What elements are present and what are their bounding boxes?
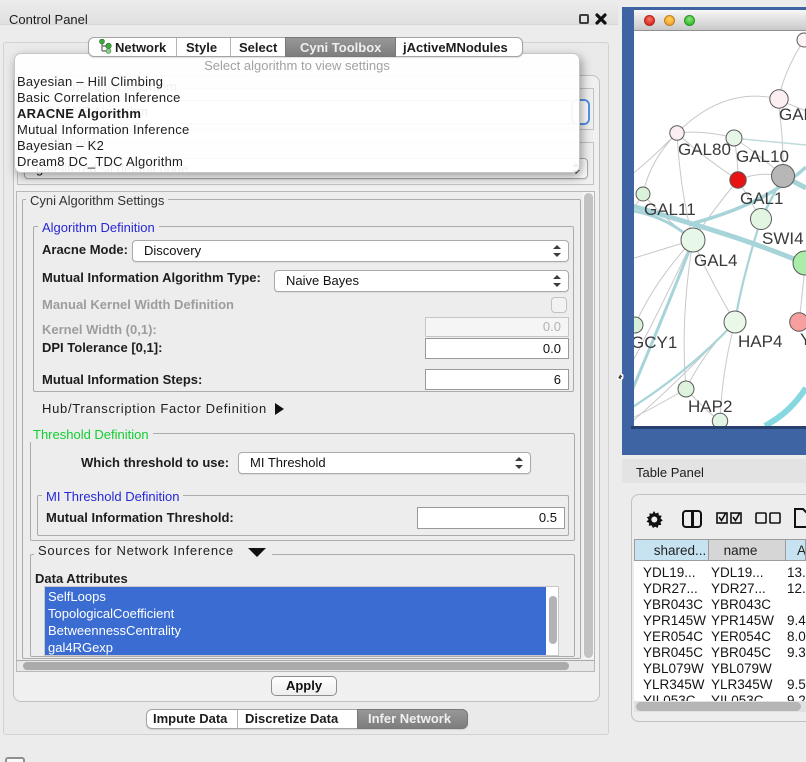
svg-text:GAL1: GAL1: [740, 189, 783, 208]
svg-text:GAL11: GAL11: [644, 200, 696, 219]
svg-text:GAL10: GAL10: [736, 147, 789, 166]
svg-text:Y: Y: [800, 330, 806, 349]
svg-text:HAP4: HAP4: [738, 332, 782, 351]
svg-text:GCY1: GCY1: [634, 333, 677, 352]
svg-text:GAL80: GAL80: [678, 140, 731, 159]
svg-text:GAL2: GAL2: [779, 105, 806, 124]
svg-text:SWI4: SWI4: [762, 229, 804, 248]
svg-text:HAP2: HAP2: [688, 397, 732, 416]
svg-text:GAL4: GAL4: [694, 251, 737, 270]
